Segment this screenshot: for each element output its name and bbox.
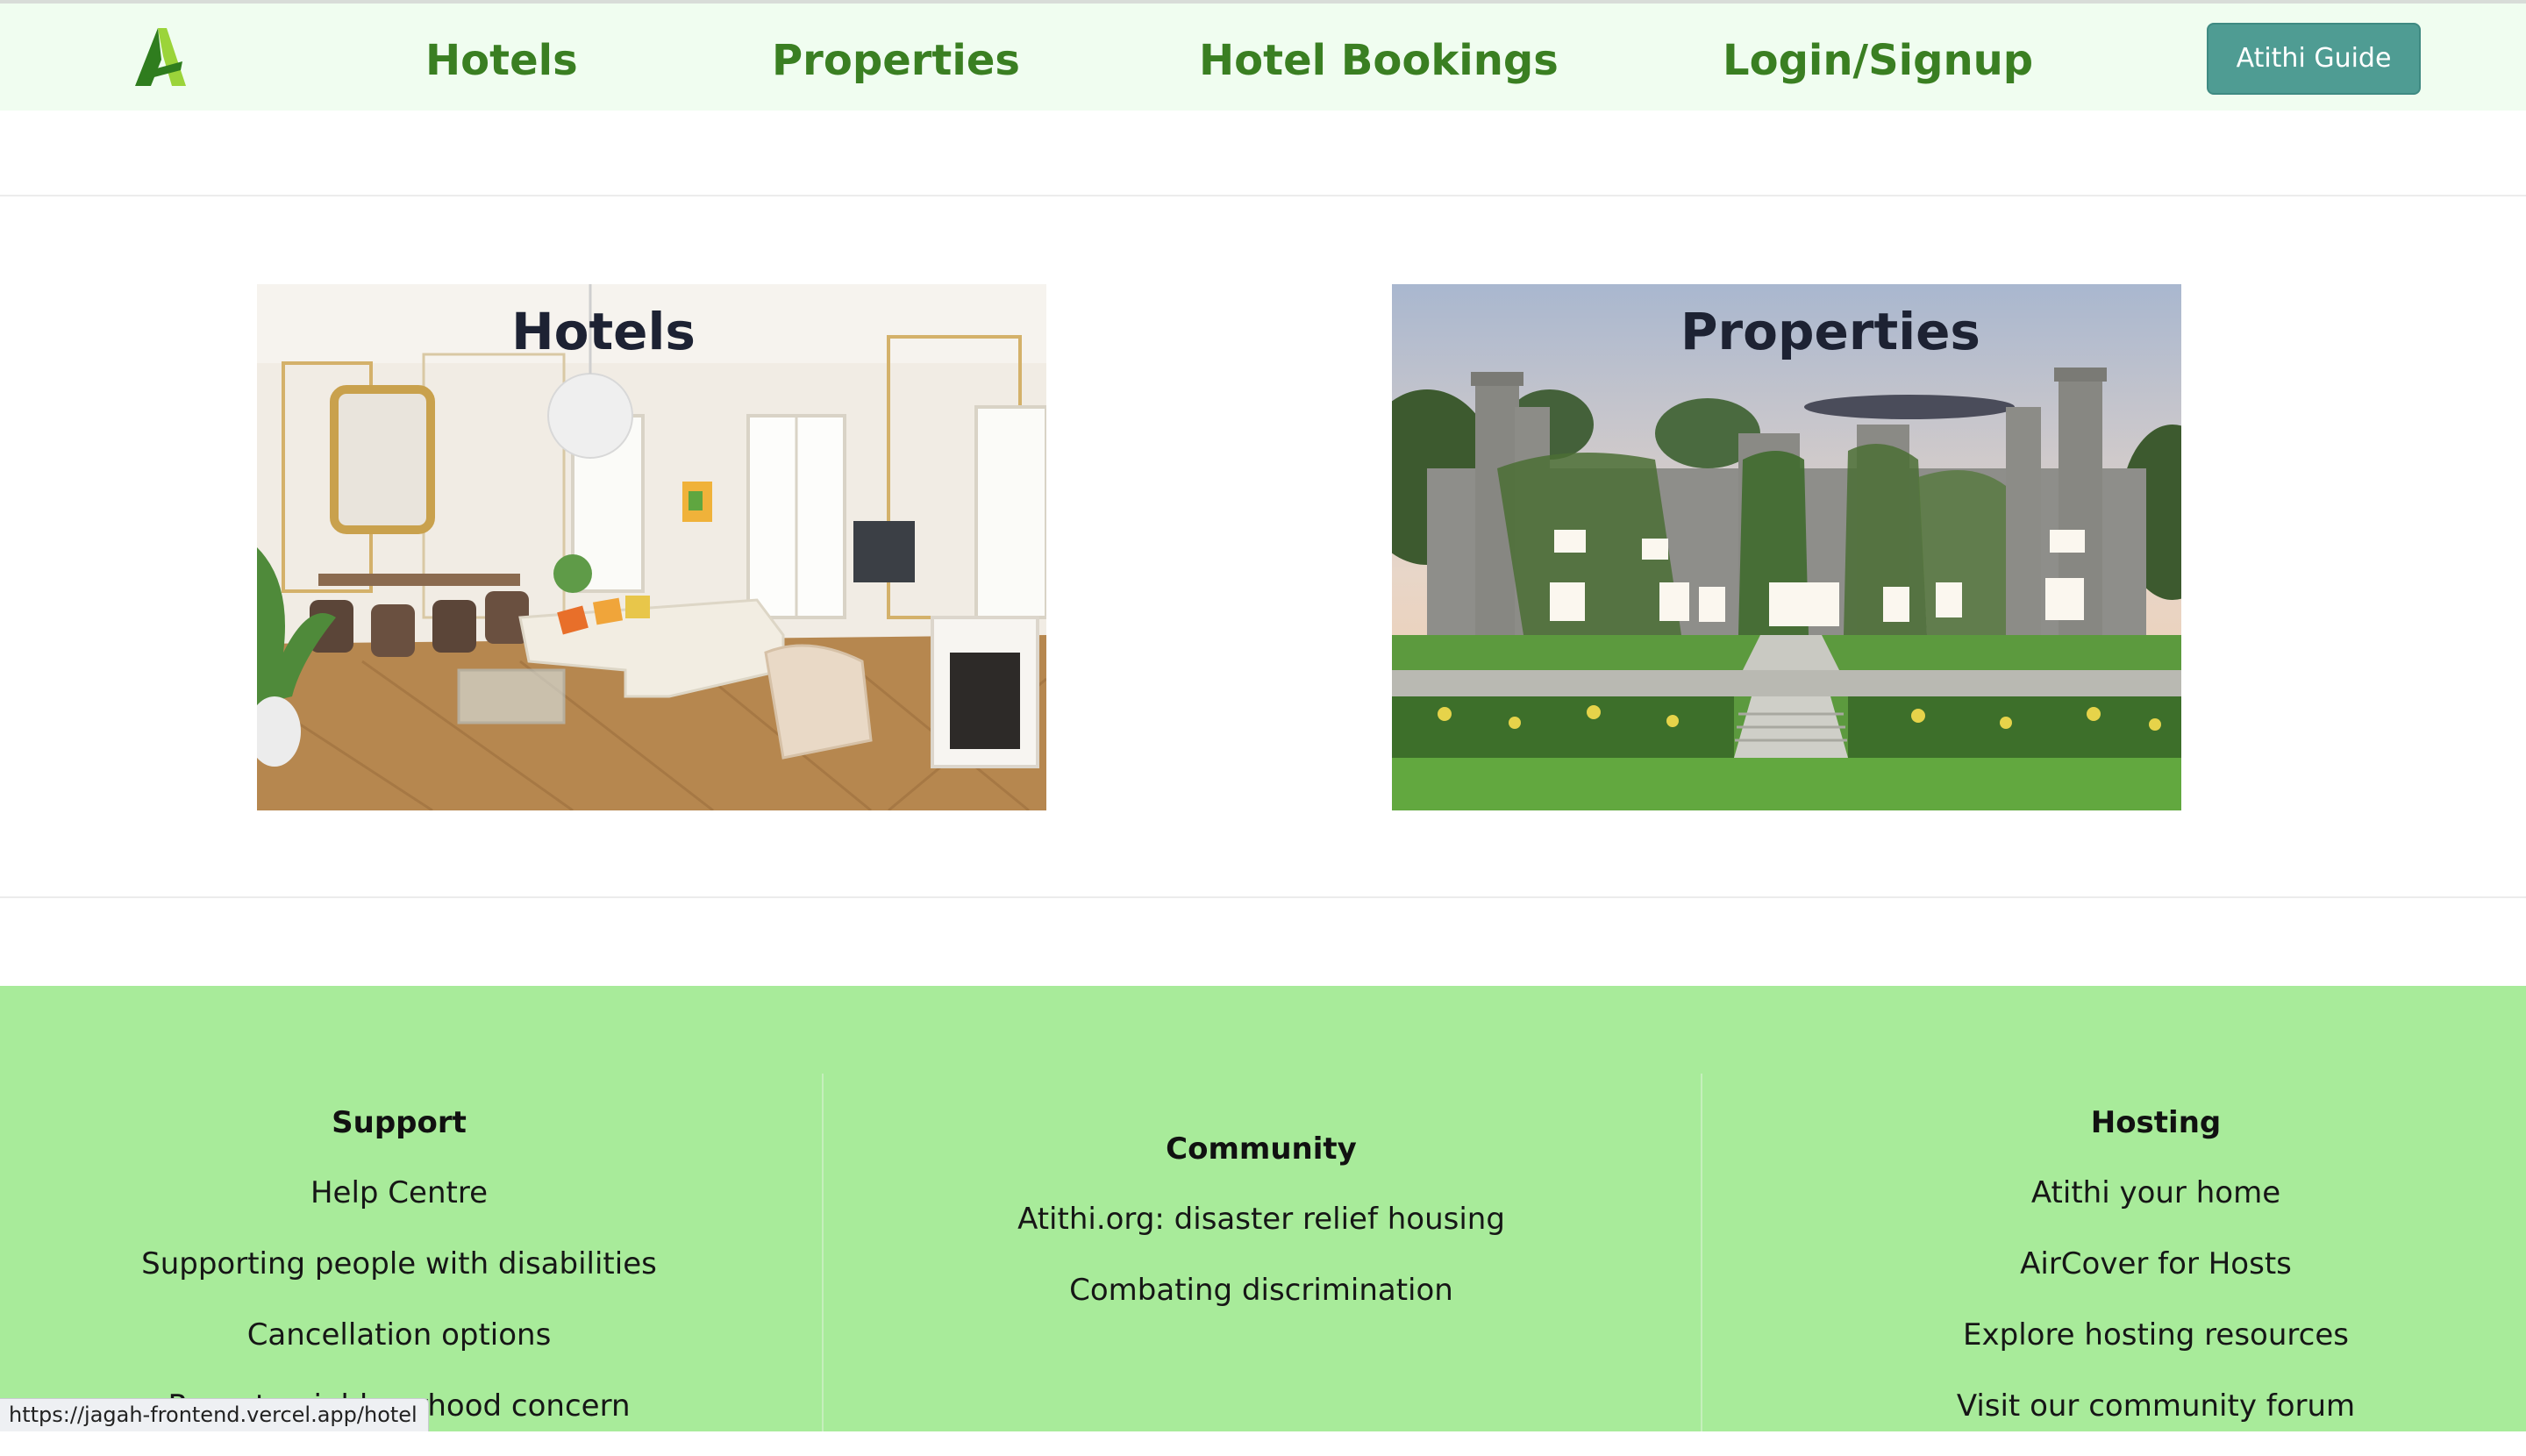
site-footer: Support Help Centre Supporting people wi…	[0, 986, 2526, 1431]
footer-link-disaster-relief[interactable]: Atithi.org: disaster relief housing	[823, 1198, 1700, 1240]
section-divider	[0, 195, 2526, 196]
nav-link-hotels[interactable]: Hotels	[425, 30, 578, 91]
nav-link-properties[interactable]: Properties	[772, 30, 1020, 91]
footer-heading-hosting: Hosting	[2090, 1105, 2222, 1140]
footer-heading-community: Community	[1166, 1131, 1357, 1167]
footer-column-hosting: Hosting Atithi your home AirCover for Ho…	[1702, 1102, 2526, 1456]
footer-link-host-home[interactable]: Atithi your home	[1702, 1172, 2526, 1214]
footer-column-community: Community Atithi.org: disaster relief ho…	[823, 1128, 1700, 1340]
footer-heading-support: Support	[332, 1105, 467, 1140]
hotels-card-title: Hotels	[511, 302, 696, 361]
footer-link-community-forum[interactable]: Visit our community forum	[1702, 1385, 2526, 1427]
top-navbar: Hotels Properties Hotel Bookings Login/S…	[0, 4, 2526, 111]
footer-link-cancellation[interactable]: Cancellation options	[0, 1314, 798, 1356]
nav-link-hotel-bookings[interactable]: Hotel Bookings	[1199, 30, 1559, 91]
properties-card[interactable]: Properties	[1392, 284, 2181, 810]
nav-link-login-signup[interactable]: Login/Signup	[1723, 30, 2033, 91]
footer-link-discrimination[interactable]: Combating discrimination	[823, 1269, 1700, 1311]
footer-link-hosting-resources[interactable]: Explore hosting resources	[1702, 1314, 2526, 1356]
footer-link-aircover[interactable]: AirCover for Hosts	[1702, 1243, 2526, 1285]
properties-card-title: Properties	[1680, 302, 1980, 361]
footer-link-help-centre[interactable]: Help Centre	[0, 1172, 798, 1214]
hotels-card[interactable]: Hotels	[257, 284, 1046, 810]
footer-link-disabilities[interactable]: Supporting people with disabilities	[0, 1243, 798, 1285]
section-divider	[0, 896, 2526, 898]
atithi-guide-button[interactable]: Atithi Guide	[2207, 23, 2421, 95]
status-bar-url: https://jagah-frontend.vercel.app/hotel	[0, 1398, 429, 1431]
brand-logo-icon[interactable]	[132, 26, 189, 89]
